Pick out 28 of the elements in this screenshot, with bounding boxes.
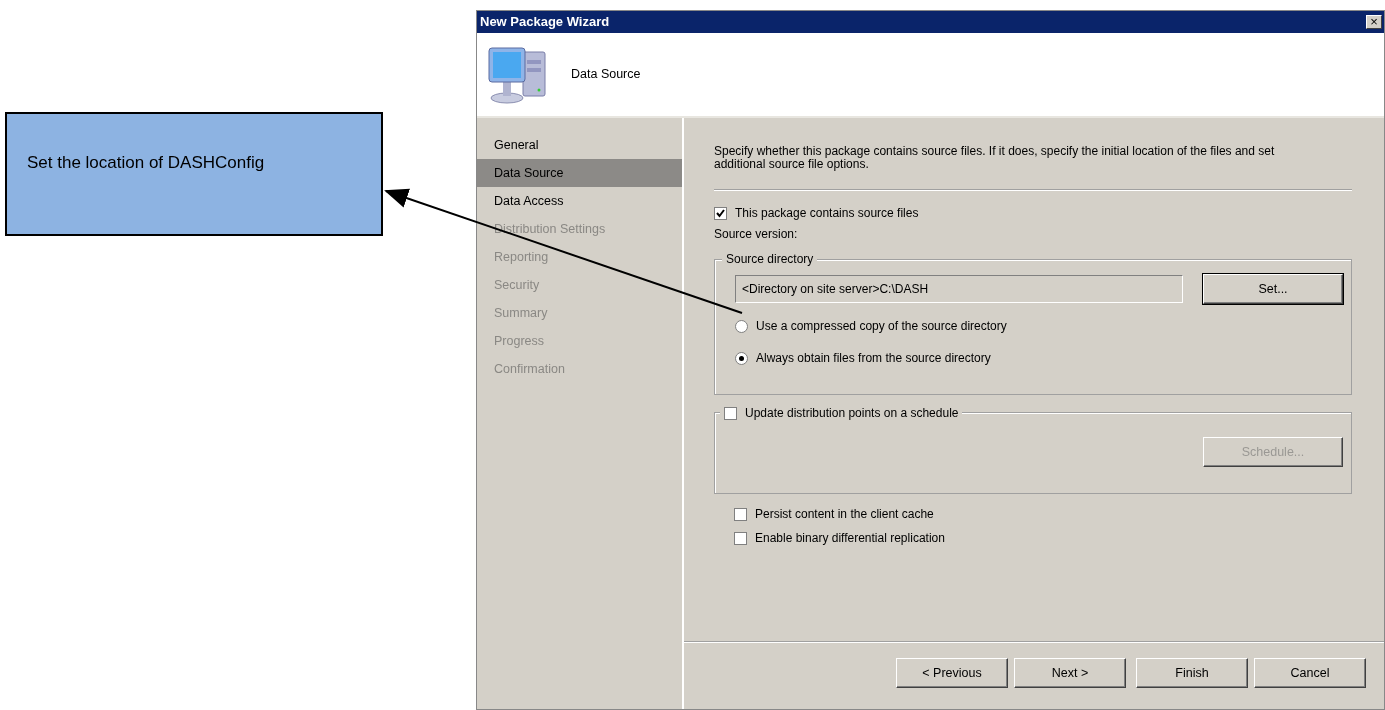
close-button[interactable]: × bbox=[1366, 15, 1382, 29]
checkbox-label: Update distribution points on a schedule bbox=[745, 405, 959, 422]
callout-box: Set the location of DASHConfig bbox=[5, 112, 383, 236]
step-item[interactable]: Data Access bbox=[477, 187, 682, 215]
radio-button[interactable] bbox=[735, 351, 748, 365]
checkbox[interactable] bbox=[714, 206, 727, 220]
description-text: Specify whether this package contains source files. If it does, specify the initial location of the files and set additional source file options. bbox=[714, 145, 1276, 171]
checkbox-label: Persist content in the client cache bbox=[755, 506, 934, 523]
previous-button[interactable]: < Previous bbox=[896, 658, 1008, 688]
radio-button[interactable] bbox=[735, 319, 748, 333]
cancel-button[interactable]: Cancel bbox=[1254, 658, 1366, 688]
checkbox[interactable] bbox=[734, 531, 747, 545]
directory-field[interactable]: <Directory on site server>C:\DASH bbox=[735, 275, 1183, 303]
next-button[interactable]: Next > bbox=[1014, 658, 1126, 688]
checkbox-label: This package contains source files bbox=[735, 205, 919, 222]
finish-button[interactable]: Finish bbox=[1136, 658, 1248, 688]
checkbox-label: Enable binary differential replication bbox=[755, 530, 945, 547]
radio-label: Use a compressed copy of the source directory bbox=[756, 318, 1007, 335]
checkbox[interactable] bbox=[724, 406, 737, 420]
checkbox[interactable] bbox=[734, 507, 747, 521]
page-title: Data Source bbox=[571, 66, 641, 84]
set-button[interactable]: Set... bbox=[1203, 274, 1343, 304]
step-item[interactable]: General bbox=[477, 131, 682, 159]
step-item[interactable]: Data Source bbox=[477, 159, 682, 187]
window-title: New Package Wizard bbox=[480, 13, 610, 32]
radio-label: Always obtain files from the source directory bbox=[756, 350, 991, 367]
source-version-label: Source version: bbox=[714, 226, 799, 243]
group-legend: Source directory bbox=[726, 250, 814, 268]
